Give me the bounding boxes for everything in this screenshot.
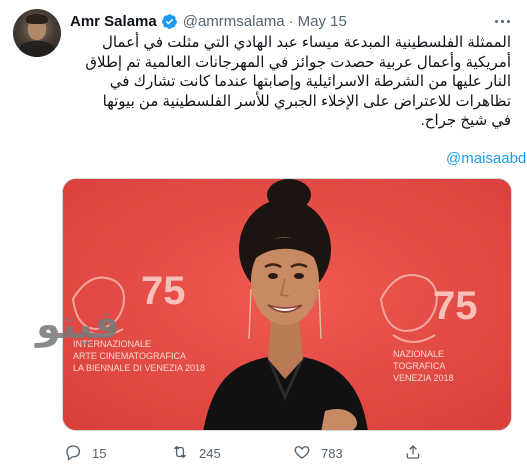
share-button[interactable] — [404, 443, 422, 464]
backdrop-text-right: NAZIONALE — [393, 349, 444, 359]
mention-link[interactable]: @maisaabd — [446, 150, 526, 167]
backdrop-numeral-left: 75 — [141, 269, 186, 313]
tweet-text-line: أمريكية وأعمال عربية حصدت جوائز في المهر… — [85, 53, 511, 71]
author-name[interactable]: Amr Salama — [70, 13, 157, 30]
retweet-count: 245 — [199, 446, 221, 461]
like-icon — [293, 443, 311, 464]
photo-illustration: 75 INTERNAZIONALE ARTE CINEMATOGRAFICA L… — [63, 179, 511, 430]
retweet-icon — [171, 443, 189, 464]
avatar[interactable] — [13, 9, 61, 57]
reply-button[interactable]: 15 — [64, 443, 106, 464]
tweet-photo[interactable]: 75 INTERNAZIONALE ARTE CINEMATOGRAFICA L… — [62, 178, 512, 431]
tweet-text-line: في شيخ جراح. — [420, 112, 511, 129]
tweet-card[interactable]: Amr Salama @amrmsalama · May 15 الممثلة … — [0, 0, 527, 471]
more-icon[interactable] — [491, 12, 513, 30]
backdrop-numeral-right: 75 — [433, 284, 478, 328]
avatar-hair — [26, 14, 48, 24]
more-dot — [500, 19, 504, 23]
tweet-actions: 15 245 783 — [62, 440, 512, 464]
more-dot — [506, 19, 510, 23]
backdrop-text-right: VENEZIA 2018 — [393, 373, 454, 383]
header-separator: · — [288, 12, 294, 30]
backdrop-text-left: LA BIENNALE DI VENEZIA 2018 — [73, 363, 205, 373]
tweet-text-line: النار عليها من الشرطة الاسرائيلية وإصابت… — [109, 73, 511, 90]
tweet-text: الممثلة الفلسطينية المبدعة ميساء عبد اله… — [70, 33, 511, 131]
more-dot — [494, 19, 498, 23]
tweet-date[interactable]: May 15 — [298, 13, 347, 30]
verified-badge-icon — [161, 13, 178, 30]
reply-icon — [64, 443, 82, 464]
backdrop-text-right: TOGRAFICA — [393, 361, 445, 371]
tweet-header: Amr Salama @amrmsalama · May 15 — [70, 11, 347, 31]
retweet-button[interactable]: 245 — [171, 443, 221, 464]
author-handle[interactable]: @amrmsalama — [183, 13, 285, 30]
tweet-text-line: الممثلة الفلسطينية المبدعة ميساء عبد اله… — [101, 34, 511, 51]
reply-count: 15 — [92, 446, 107, 461]
like-button[interactable]: 783 — [293, 443, 343, 464]
tweet-text-line: تظاهرات للاعتراض على الإخلاء الجبري للأس… — [102, 92, 511, 110]
share-icon — [404, 443, 422, 464]
watermark-logo: فيتو — [36, 302, 120, 348]
avatar-shirt — [19, 41, 55, 57]
backdrop-text-left: ARTE CINEMATOGRAFICA — [73, 351, 186, 361]
like-count: 783 — [321, 446, 343, 461]
